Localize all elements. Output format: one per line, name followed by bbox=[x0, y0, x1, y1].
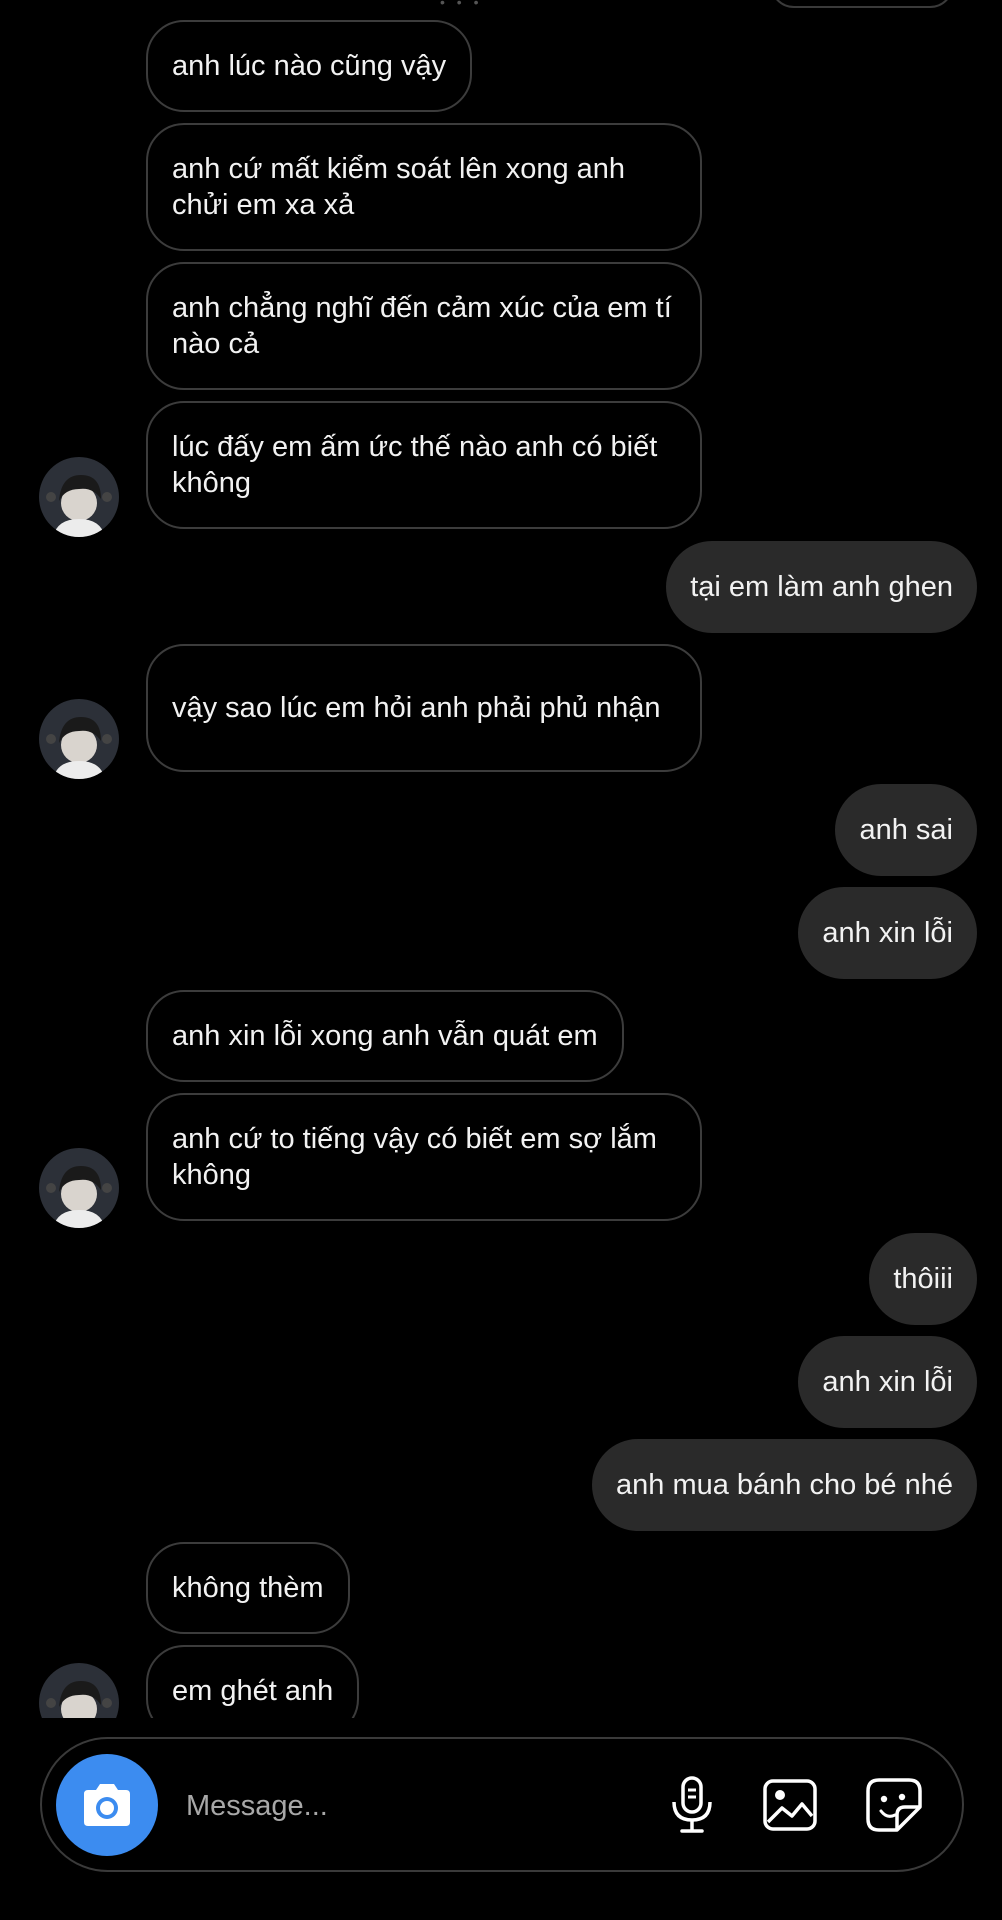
contact-avatar[interactable] bbox=[39, 699, 119, 779]
incoming-message[interactable]: anh lúc nào cũng vậy bbox=[146, 20, 473, 112]
camera-button[interactable] bbox=[56, 1754, 158, 1856]
previous-message-bubble[interactable] bbox=[770, 0, 954, 8]
contact-avatar[interactable] bbox=[39, 1663, 119, 1718]
sticker-icon bbox=[866, 1778, 922, 1832]
incoming-message[interactable]: anh xin lỗi xong anh vẫn quát em bbox=[146, 990, 624, 1082]
incoming-message[interactable]: anh cứ to tiếng vậy có biết em sợ lắm kh… bbox=[146, 1093, 702, 1221]
message-thread: • • • anh lúc nào cũng vậy anh cứ mất ki… bbox=[0, 0, 1002, 1718]
gallery-icon bbox=[763, 1779, 817, 1831]
gallery-button[interactable] bbox=[760, 1775, 820, 1835]
microphone-icon bbox=[672, 1776, 712, 1833]
outgoing-message[interactable]: anh xin lỗi bbox=[798, 1336, 977, 1428]
message-composer bbox=[40, 1737, 964, 1872]
camera-icon bbox=[84, 1784, 130, 1826]
outgoing-message[interactable]: anh mua bánh cho bé nhé bbox=[592, 1439, 977, 1531]
message-input[interactable] bbox=[184, 1781, 628, 1831]
outgoing-message[interactable]: tại em làm anh ghen bbox=[666, 541, 977, 633]
outgoing-message[interactable]: anh sai bbox=[835, 784, 977, 876]
outgoing-message[interactable]: thôiii bbox=[869, 1233, 977, 1325]
incoming-message[interactable]: không thèm bbox=[146, 1542, 350, 1634]
microphone-button[interactable] bbox=[662, 1775, 722, 1835]
sticker-button[interactable] bbox=[864, 1775, 924, 1835]
outgoing-message[interactable]: anh xin lỗi bbox=[798, 887, 977, 979]
contact-avatar[interactable] bbox=[39, 457, 119, 537]
incoming-message[interactable]: em ghét anh bbox=[146, 1645, 360, 1718]
top-indicator: • • • bbox=[440, 0, 483, 10]
incoming-message[interactable]: anh chẳng nghĩ đến cảm xúc của em tí nào… bbox=[146, 262, 702, 390]
contact-avatar[interactable] bbox=[39, 1148, 119, 1228]
incoming-message[interactable]: vậy sao lúc em hỏi anh phải phủ nhận bbox=[146, 644, 702, 772]
incoming-message[interactable]: anh cứ mất kiểm soát lên xong anh chửi e… bbox=[146, 123, 702, 251]
incoming-message[interactable]: lúc đấy em ấm ức thế nào anh có biết khô… bbox=[146, 401, 702, 529]
